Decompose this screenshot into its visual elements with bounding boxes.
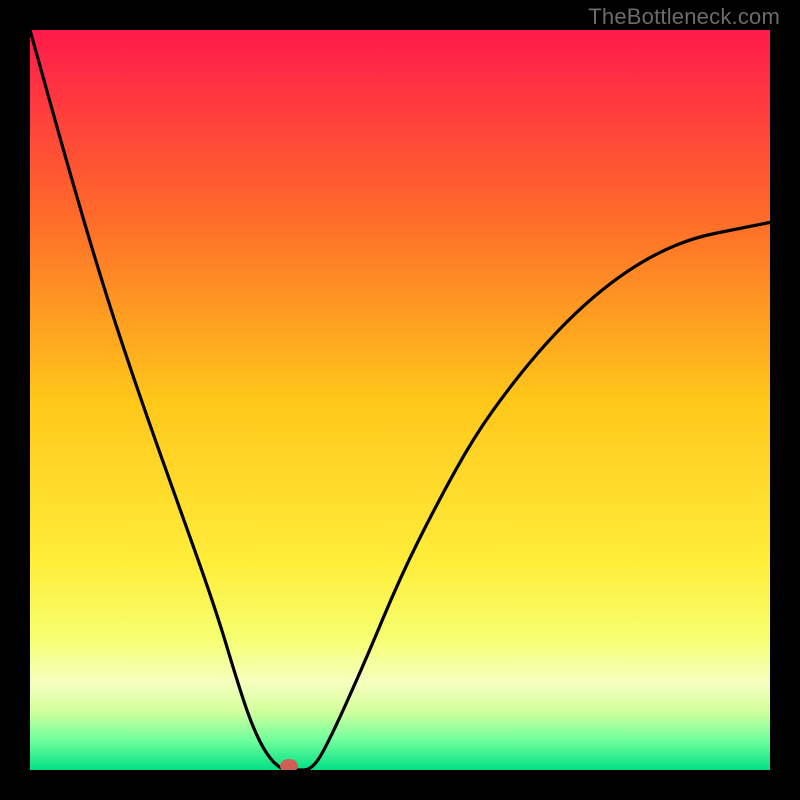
plot-svg	[30, 30, 770, 770]
watermark-text: TheBottleneck.com	[588, 4, 780, 30]
chart-frame: TheBottleneck.com	[0, 0, 800, 800]
plot-area	[30, 30, 770, 770]
